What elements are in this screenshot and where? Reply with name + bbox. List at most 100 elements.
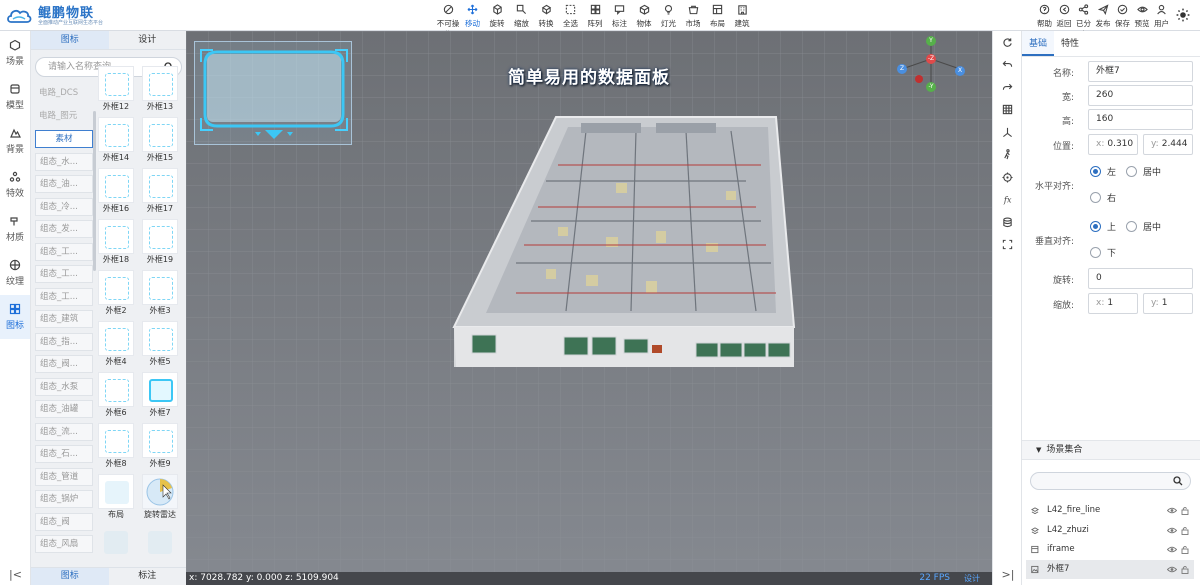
position-y-field[interactable]: y: 2.444	[1143, 134, 1193, 155]
nav-texture[interactable]: 纹理	[0, 251, 30, 295]
category-item[interactable]: 组态_油...	[35, 175, 93, 193]
icon-tile[interactable]: 外框5	[142, 321, 178, 367]
category-item[interactable]: 组态_工...	[35, 287, 93, 306]
scene-item[interactable]: 外框7	[1026, 559, 1194, 579]
category-item[interactable]: 组态_阀...	[35, 355, 93, 373]
nav-scene[interactable]: 场景	[0, 31, 30, 75]
lock-icon[interactable]	[1180, 526, 1190, 535]
category-item[interactable]: 组态_建筑	[35, 310, 93, 328]
frame7-overlay[interactable]	[194, 41, 352, 145]
halign-center-radio[interactable]: 居中	[1126, 165, 1161, 178]
icon-tile[interactable]: 外框15	[142, 117, 178, 163]
icon-tile[interactable]: 外框6	[98, 372, 134, 418]
lock-icon[interactable]	[1180, 565, 1190, 574]
nav-effects[interactable]: 特效	[0, 163, 30, 207]
icon-tile[interactable]: 外框17	[142, 168, 178, 214]
category-item[interactable]: 组态_风扇	[35, 535, 93, 553]
valign-bottom-radio[interactable]: 下	[1090, 246, 1116, 259]
database-tool[interactable]	[993, 211, 1021, 234]
gizmo-axis-label[interactable]: -Y	[923, 82, 939, 92]
tab-features[interactable]: 特性	[1054, 31, 1086, 56]
tab-icons[interactable]: 图标	[31, 31, 109, 49]
footer-tab-annotations[interactable]: 标注	[109, 568, 187, 585]
eye-icon[interactable]	[1167, 506, 1177, 515]
category-item[interactable]: 组态_冷...	[35, 197, 93, 216]
eye-icon[interactable]	[1167, 565, 1177, 574]
category-item[interactable]: 组态_工...	[35, 265, 93, 283]
valign-top-radio[interactable]: 上	[1090, 220, 1116, 233]
collapse-left-icon[interactable]: |<	[0, 565, 31, 585]
tab-design[interactable]: 设计	[109, 31, 187, 49]
icon-tile[interactable]: 外框18	[98, 219, 134, 265]
icon-tile[interactable]: 外框19	[142, 219, 178, 265]
category-item[interactable]: 组态_指...	[35, 332, 93, 351]
tab-basic[interactable]: 基础	[1022, 31, 1054, 56]
category-item[interactable]: 组态_锅炉	[35, 490, 93, 508]
category-item[interactable]: 组态_管道	[35, 467, 93, 486]
valign-center-radio[interactable]: 居中	[1126, 220, 1161, 233]
icon-tile[interactable]: 外框8	[98, 423, 134, 469]
category-item[interactable]: 组态_石...	[35, 445, 93, 463]
icon-tile[interactable]: 布局	[98, 474, 134, 520]
rotation-field[interactable]: 0	[1088, 268, 1193, 289]
width-field[interactable]: 260	[1088, 85, 1193, 106]
nav-icons[interactable]: 图标	[0, 295, 30, 339]
function-tool[interactable]: fx	[993, 189, 1021, 212]
height-field[interactable]: 160	[1088, 109, 1193, 130]
walk-tool[interactable]	[993, 144, 1021, 167]
nav-background[interactable]: 背景	[0, 119, 30, 163]
lock-icon[interactable]	[1180, 506, 1190, 515]
target-tool[interactable]	[993, 166, 1021, 189]
icon-tile[interactable]: 外框3	[142, 270, 178, 316]
refresh-tool[interactable]	[993, 31, 1021, 54]
eye-icon[interactable]	[1167, 526, 1177, 535]
category-item[interactable]: 组态_水...	[35, 152, 93, 171]
gizmo-axis-label[interactable]: Z	[894, 64, 910, 74]
gizmo-axis-label[interactable]: -Z	[923, 54, 939, 64]
halign-right-radio[interactable]: 右	[1090, 191, 1116, 204]
icon-tile[interactable]: 外框16	[98, 168, 134, 214]
lock-icon[interactable]	[1180, 545, 1190, 554]
category-item[interactable]: 电路_DCS	[35, 85, 93, 103]
category-item[interactable]: 组态_流...	[35, 422, 93, 441]
halign-left-radio[interactable]: 左	[1090, 165, 1116, 178]
scene-item[interactable]: iframe	[1026, 540, 1194, 559]
icon-tile[interactable]	[98, 525, 134, 571]
nav-model[interactable]: 模型	[0, 75, 30, 119]
fullscreen-tool[interactable]	[993, 234, 1021, 257]
3d-viewport[interactable]: 简单易用的数据面板 Y Z -Z X -Y x: 7028.782 y: 0.000 z…	[186, 31, 992, 585]
axis-tool[interactable]	[993, 121, 1021, 144]
icon-tile[interactable]: 旋转雷达	[142, 474, 178, 520]
scale-x-field[interactable]: x: 1	[1088, 293, 1138, 314]
category-item[interactable]: 素材	[35, 130, 93, 148]
name-field[interactable]: 外框7	[1088, 61, 1193, 82]
category-item[interactable]: 组态_油罐	[35, 400, 93, 418]
scale-y-field[interactable]: y: 1	[1143, 293, 1193, 314]
search-icon[interactable]	[1173, 476, 1183, 486]
grid-tool[interactable]	[993, 99, 1021, 122]
footer-tab-icons[interactable]: 图标	[31, 568, 109, 585]
category-item[interactable]: 组态_工...	[35, 242, 93, 261]
icon-tile[interactable]: 外框14	[98, 117, 134, 163]
category-item[interactable]: 电路_图元	[35, 108, 93, 126]
position-x-field[interactable]: x: 0.310	[1088, 134, 1138, 155]
icon-tile[interactable]	[142, 525, 178, 571]
scene-item[interactable]: L42_fire_line	[1026, 501, 1194, 520]
scene-search-input[interactable]	[1030, 472, 1191, 490]
nav-material[interactable]: 材质	[0, 207, 30, 251]
icon-tile[interactable]: 外框4	[98, 321, 134, 367]
icon-tile[interactable]: 外框13	[142, 66, 178, 112]
undo-tool[interactable]	[993, 54, 1021, 77]
logo[interactable]: 鲲鹏物联 全面推动产业互联网生态平台	[6, 4, 103, 28]
icon-tile[interactable]: 外框12	[98, 66, 134, 112]
redo-tool[interactable]	[993, 76, 1021, 99]
icon-tile[interactable]: 外框2	[98, 270, 134, 316]
category-item[interactable]: 组态_阀	[35, 512, 93, 531]
icon-tile[interactable]: 外框9	[142, 423, 178, 469]
scene-item[interactable]: L42_zhuzi	[1026, 521, 1194, 540]
eye-icon[interactable]	[1167, 545, 1177, 554]
gizmo-axis-label[interactable]: X	[952, 66, 968, 76]
scene-collection-header[interactable]: ▼ 场景集合	[1022, 440, 1200, 460]
icon-tile[interactable]: 外框7	[142, 372, 178, 418]
category-scrollbar[interactable]	[93, 111, 96, 271]
